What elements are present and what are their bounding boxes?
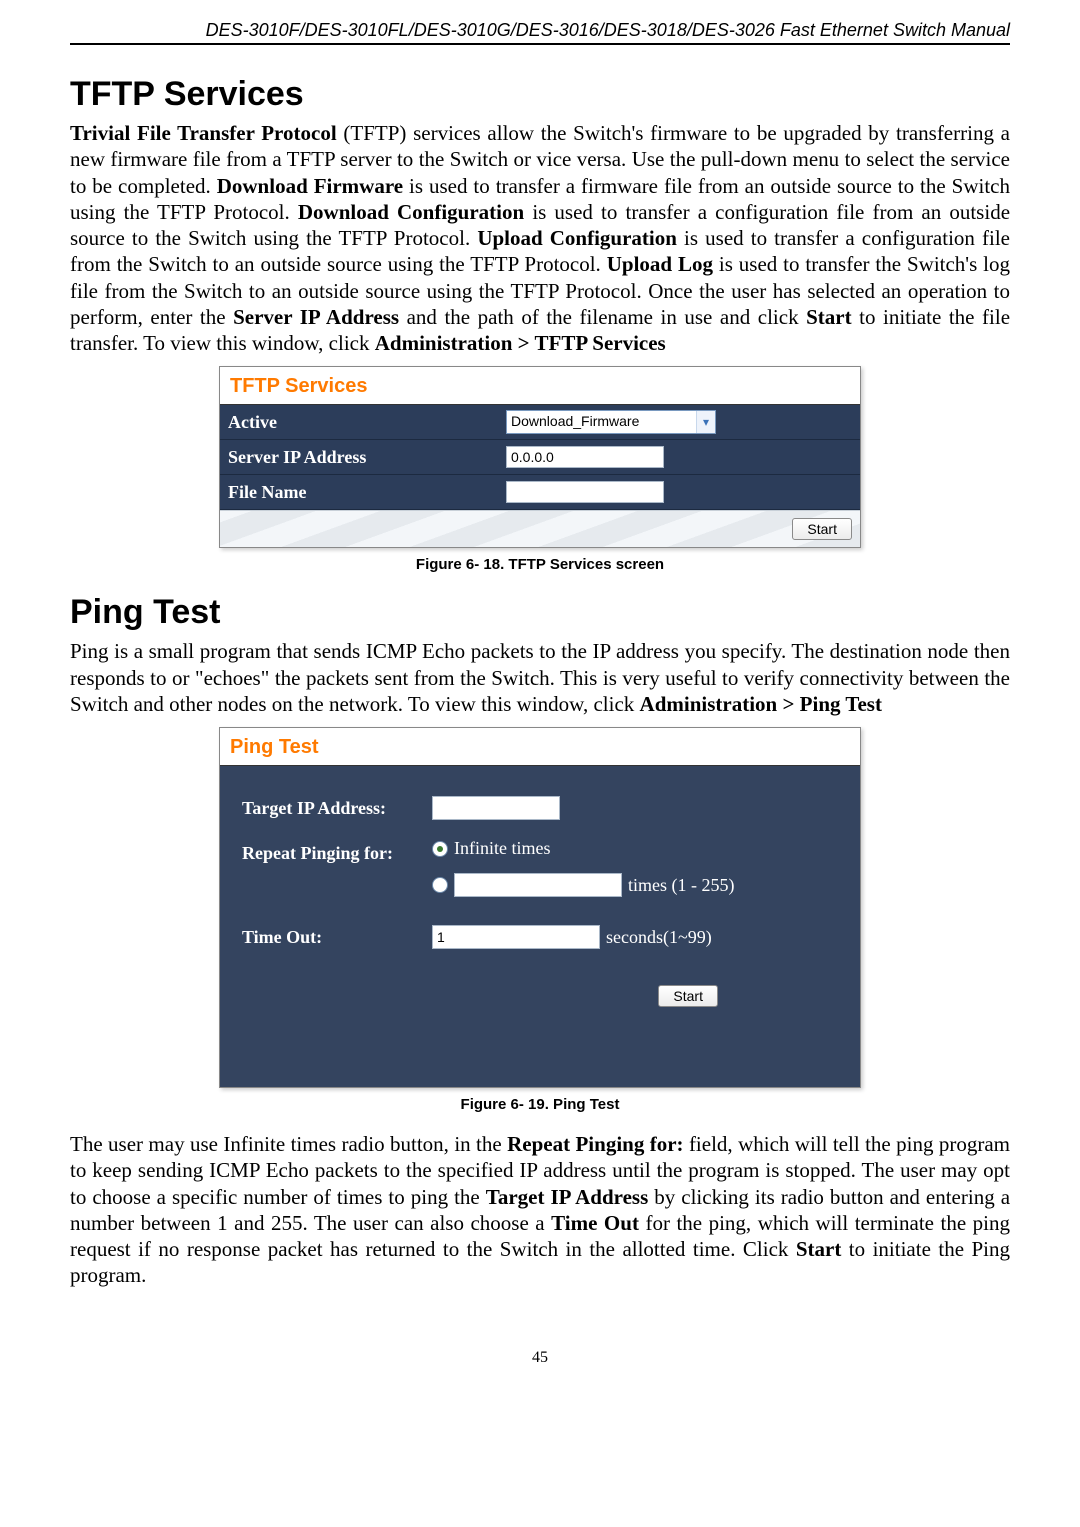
breadcrumb-ping: Administration > Ping Test — [640, 692, 882, 716]
ping-row-timeout: Time Out: seconds(1~99) — [242, 925, 838, 949]
times-suffix: times (1 - 255) — [628, 875, 734, 896]
server-ip-input[interactable] — [506, 446, 664, 468]
server-ip-label: Server IP Address — [220, 443, 500, 472]
term-upload-config: Upload Configuration — [477, 226, 677, 250]
text: The user may use Infinite times radio bu… — [70, 1132, 507, 1156]
term-tftp: Trivial File Transfer Protocol — [70, 121, 337, 145]
term-repeat-pinging: Repeat Pinging for: — [507, 1132, 683, 1156]
ping-start-button[interactable]: Start — [658, 985, 718, 1007]
timeout-label: Time Out: — [242, 927, 432, 948]
file-name-label: File Name — [220, 478, 500, 507]
tftp-footer: Start — [220, 510, 860, 547]
tftp-row-file: File Name — [220, 475, 860, 510]
repeat-label: Repeat Pinging for: — [242, 843, 432, 864]
ping-caption: Figure 6- 19. Ping Test — [70, 1096, 1010, 1113]
active-select-value: Download_Firmware — [507, 411, 696, 433]
ping-row-repeat-times: times (1 - 255) — [242, 873, 838, 907]
term-server-ip: Server IP Address — [233, 305, 399, 329]
text: and the path of the filename in use and … — [399, 305, 806, 329]
tftp-row-server: Server IP Address — [220, 440, 860, 475]
tftp-caption: Figure 6- 18. TFTP Services screen — [70, 556, 1010, 573]
breadcrumb-tftp: Administration > TFTP Services — [375, 331, 666, 355]
timeout-input[interactable] — [432, 925, 600, 949]
tftp-panel-title: TFTP Services — [220, 367, 860, 405]
ping-paragraph-1: Ping is a small program that sends ICMP … — [70, 638, 1010, 717]
tftp-panel: TFTP Services Active Download_Firmware ▾… — [219, 366, 861, 548]
file-name-input[interactable] — [506, 481, 664, 503]
ping-panel-title: Ping Test — [220, 728, 860, 766]
timeout-suffix: seconds(1~99) — [606, 927, 712, 948]
page-number: 45 — [70, 1349, 1010, 1367]
tftp-start-button[interactable]: Start — [792, 518, 852, 540]
active-label: Active — [220, 408, 500, 437]
tftp-paragraph: Trivial File Transfer Protocol (TFTP) se… — [70, 120, 1010, 356]
tftp-row-active: Active Download_Firmware ▾ — [220, 405, 860, 440]
ping-row-repeat: Repeat Pinging for: Infinite times — [242, 838, 838, 869]
term-start-ping: Start — [796, 1237, 842, 1261]
infinite-times-label: Infinite times — [454, 838, 550, 859]
chevron-down-icon[interactable]: ▾ — [696, 411, 715, 433]
term-start: Start — [806, 305, 852, 329]
radio-infinite[interactable] — [432, 841, 448, 857]
ping-panel: Ping Test Target IP Address: Repeat Ping… — [219, 727, 861, 1088]
tftp-heading: TFTP Services — [70, 75, 1010, 114]
target-ip-input[interactable] — [432, 796, 560, 820]
term-upload-log: Upload Log — [607, 252, 713, 276]
term-download-firmware: Download Firmware — [217, 174, 403, 198]
term-download-config: Download Configuration — [298, 200, 524, 224]
term-time-out: Time Out — [551, 1211, 639, 1235]
target-ip-label: Target IP Address: — [242, 798, 432, 819]
ping-heading: Ping Test — [70, 593, 1010, 632]
ping-row-target: Target IP Address: — [242, 796, 838, 820]
ping-paragraph-2: The user may use Infinite times radio bu… — [70, 1131, 1010, 1289]
radio-times[interactable] — [432, 877, 448, 893]
page-header: DES-3010F/DES-3010FL/DES-3010G/DES-3016/… — [70, 20, 1010, 45]
term-target-ip: Target IP Address — [486, 1185, 649, 1209]
active-select[interactable]: Download_Firmware ▾ — [506, 410, 716, 434]
ping-button-row: Start — [242, 985, 838, 1007]
repeat-times-input[interactable] — [454, 873, 622, 897]
